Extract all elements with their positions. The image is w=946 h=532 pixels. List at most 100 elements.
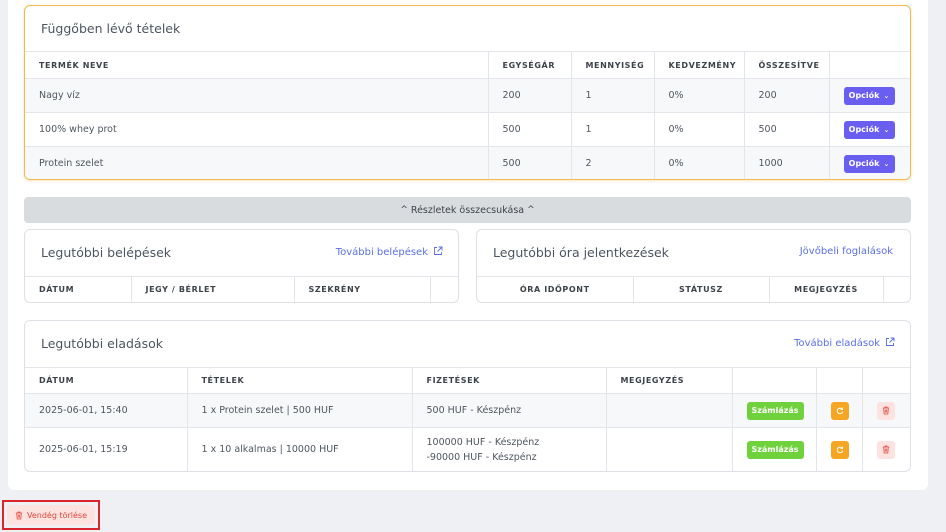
payment-line: -90000 HUF - Készpénz bbox=[426, 451, 537, 463]
quantity: 1 bbox=[571, 78, 655, 113]
quantity: 2 bbox=[571, 146, 655, 179]
chevron-down-icon: ⌄ bbox=[883, 125, 890, 134]
collapse-details-label: Részletek összecsukása bbox=[410, 204, 525, 216]
delete-cell bbox=[862, 393, 910, 428]
refresh-button[interactable] bbox=[830, 401, 849, 420]
chevron-down-icon: ⌄ bbox=[883, 159, 890, 168]
column-header: DÁTUM bbox=[25, 276, 132, 302]
discount: 0% bbox=[654, 146, 745, 179]
total: 200 bbox=[744, 78, 830, 113]
refresh-cell bbox=[816, 393, 863, 428]
recent-sales-title: Legutóbbi eladások bbox=[41, 336, 163, 351]
trash-icon bbox=[882, 445, 889, 454]
trash-icon bbox=[882, 406, 889, 415]
product-name: 100% whey prot bbox=[25, 112, 489, 147]
sale-payments: 500 HUF - Készpénz bbox=[412, 393, 607, 428]
payment-line: 100000 HUF - Készpénz bbox=[426, 436, 540, 448]
column-header: ÖSSZESÍTVE bbox=[744, 51, 830, 79]
refresh-icon bbox=[836, 407, 843, 414]
table-header-row: TERMÉK NEVE EGYSÉGÁR MENNYISÉG KEDVEZMÉN… bbox=[25, 51, 910, 79]
options-button[interactable]: Opciók ⌄ bbox=[843, 86, 895, 105]
column-header: MEGJEGYZÉS bbox=[606, 367, 733, 394]
delete-guest-highlight: Vendég törlése bbox=[2, 500, 100, 530]
recent-classes-title: Legutóbbi óra jelentkezések bbox=[493, 245, 669, 260]
column-header bbox=[862, 367, 910, 394]
table-row: 2025-06-01, 15:19 1 x 10 alkalmas | 1000… bbox=[25, 427, 910, 471]
collapse-details-button[interactable]: ^ Részletek összecsukása ^ bbox=[24, 197, 911, 223]
column-header: JEGY / BÉRLET bbox=[131, 276, 295, 302]
sale-note bbox=[606, 427, 733, 471]
sale-note bbox=[606, 393, 733, 428]
refresh-button[interactable] bbox=[830, 440, 849, 459]
table-header-row: DÁTUM JEGY / BÉRLET SZEKRÉNY bbox=[25, 276, 458, 302]
options-cell: Opciók ⌄ bbox=[829, 112, 910, 147]
recent-sales-table: DÁTUM TÉTELEK FIZETÉSEK MEGJEGYZÉS 2025-… bbox=[25, 367, 910, 471]
product-name: Protein szelet bbox=[25, 146, 489, 179]
discount: 0% bbox=[654, 112, 745, 147]
options-cell: Opciók ⌄ bbox=[829, 78, 910, 113]
external-link-icon bbox=[886, 337, 895, 346]
more-entries-link[interactable]: További belépések bbox=[336, 246, 443, 258]
column-header: STÁTUSZ bbox=[633, 276, 770, 302]
future-bookings-label: Jövőbeli foglalások bbox=[799, 246, 893, 257]
invoice-button[interactable]: Számlázás bbox=[746, 401, 804, 420]
table-row: Nagy víz 200 1 0% 200 Opciók ⌄ bbox=[25, 78, 910, 113]
pending-items-table: TERMÉK NEVE EGYSÉGÁR MENNYISÉG KEDVEZMÉN… bbox=[25, 51, 910, 179]
delete-sale-button[interactable] bbox=[876, 401, 895, 420]
column-header: DÁTUM bbox=[25, 367, 188, 394]
future-bookings-link[interactable]: Jövőbeli foglalások bbox=[800, 246, 893, 257]
sale-items: 1 x Protein szelet | 500 HUF bbox=[187, 393, 413, 428]
chevron-up-icon: ^ bbox=[400, 205, 408, 215]
options-label: Opciók bbox=[848, 125, 880, 134]
column-header bbox=[829, 51, 910, 79]
invoice-button[interactable]: Számlázás bbox=[746, 440, 804, 459]
discount: 0% bbox=[654, 78, 745, 113]
column-header bbox=[883, 276, 910, 302]
column-header: MEGJEGYZÉS bbox=[769, 276, 884, 302]
unit-price: 500 bbox=[488, 146, 572, 179]
more-sales-label: További eladások bbox=[794, 338, 880, 349]
pending-items-title: Függőben lévő tételek bbox=[41, 21, 181, 36]
refresh-cell bbox=[816, 427, 863, 471]
recent-classes-card: Legutóbbi óra jelentkezések Jövőbeli fog… bbox=[476, 229, 911, 303]
chevron-down-icon: ⌄ bbox=[883, 91, 890, 100]
options-button[interactable]: Opciók ⌄ bbox=[843, 154, 895, 173]
payment-line: 500 HUF - Készpénz bbox=[426, 405, 522, 416]
column-header: EGYSÉGÁR bbox=[488, 51, 572, 79]
column-header: KEDVEZMÉNY bbox=[654, 51, 745, 79]
total: 500 bbox=[744, 112, 830, 147]
delete-guest-button[interactable]: Vendég törlése bbox=[6, 505, 96, 525]
column-header: MENNYISÉG bbox=[571, 51, 655, 79]
column-header: ÓRA IDŐPONT bbox=[477, 276, 634, 302]
column-header bbox=[816, 367, 863, 394]
more-sales-link[interactable]: További eladások bbox=[794, 337, 895, 349]
table-row: 2025-06-01, 15:40 1 x Protein szelet | 5… bbox=[25, 393, 910, 428]
options-button[interactable]: Opciók ⌄ bbox=[843, 120, 895, 139]
chevron-up-icon: ^ bbox=[527, 205, 535, 215]
invoice-cell: Számlázás bbox=[732, 427, 817, 471]
table-header-row: ÓRA IDŐPONT STÁTUSZ MEGJEGYZÉS bbox=[477, 276, 910, 302]
recent-entries-title: Legutóbbi belépések bbox=[41, 245, 172, 260]
delete-cell bbox=[862, 427, 910, 471]
delete-sale-button[interactable] bbox=[876, 440, 895, 459]
table-row: Protein szelet 500 2 0% 1000 Opciók ⌄ bbox=[25, 146, 910, 179]
recent-classes-table: ÓRA IDŐPONT STÁTUSZ MEGJEGYZÉS bbox=[477, 276, 910, 302]
sale-items: 1 x 10 alkalmas | 10000 HUF bbox=[187, 427, 413, 471]
quantity: 1 bbox=[571, 112, 655, 147]
more-entries-label: További belépések bbox=[335, 247, 428, 258]
unit-price: 500 bbox=[488, 112, 572, 147]
delete-guest-label: Vendég törlése bbox=[26, 510, 88, 520]
column-header: FIZETÉSEK bbox=[412, 367, 607, 394]
column-header: SZEKRÉNY bbox=[294, 276, 431, 302]
table-row: 100% whey prot 500 1 0% 500 Opciók ⌄ bbox=[25, 112, 910, 147]
options-cell: Opciók ⌄ bbox=[829, 146, 910, 179]
refresh-icon bbox=[836, 446, 843, 453]
product-name: Nagy víz bbox=[25, 78, 489, 113]
table-header-row: DÁTUM TÉTELEK FIZETÉSEK MEGJEGYZÉS bbox=[25, 367, 910, 394]
sale-payments: 100000 HUF - Készpénz -90000 HUF - Készpé… bbox=[412, 427, 607, 471]
column-header bbox=[430, 276, 458, 302]
options-label: Opciók bbox=[848, 91, 880, 100]
column-header: TÉTELEK bbox=[187, 367, 413, 394]
recent-entries-table: DÁTUM JEGY / BÉRLET SZEKRÉNY bbox=[25, 276, 458, 302]
external-link-icon bbox=[434, 246, 443, 255]
